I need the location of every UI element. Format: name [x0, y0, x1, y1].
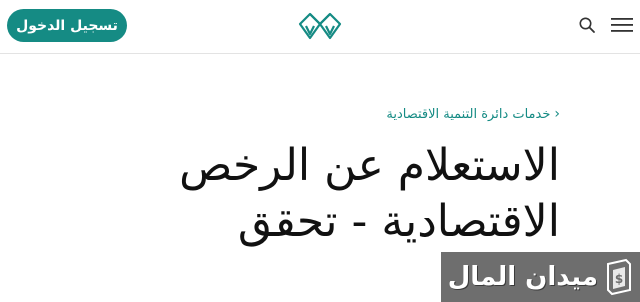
login-button[interactable]: تسجيل الدخول — [7, 9, 127, 42]
watermark: $ ميدان المال — [441, 252, 640, 302]
top-header: تسجيل الدخول — [0, 0, 640, 54]
site-logo-icon[interactable] — [296, 10, 344, 42]
search-icon[interactable] — [578, 16, 596, 34]
chevron-left-icon: ‹ — [554, 106, 560, 122]
hamburger-menu-icon[interactable] — [611, 17, 633, 33]
breadcrumb[interactable]: ‹ خدمات دائرة التنمية الاقتصادية — [386, 106, 560, 122]
page-title: الاستعلام عن الرخص الاقتصادية - تحقق — [179, 140, 560, 247]
svg-text:$: $ — [615, 272, 623, 286]
watermark-logo-icon: $ — [602, 257, 636, 297]
watermark-text: ميدان المال — [447, 262, 598, 292]
breadcrumb-label[interactable]: خدمات دائرة التنمية الاقتصادية — [386, 107, 550, 122]
